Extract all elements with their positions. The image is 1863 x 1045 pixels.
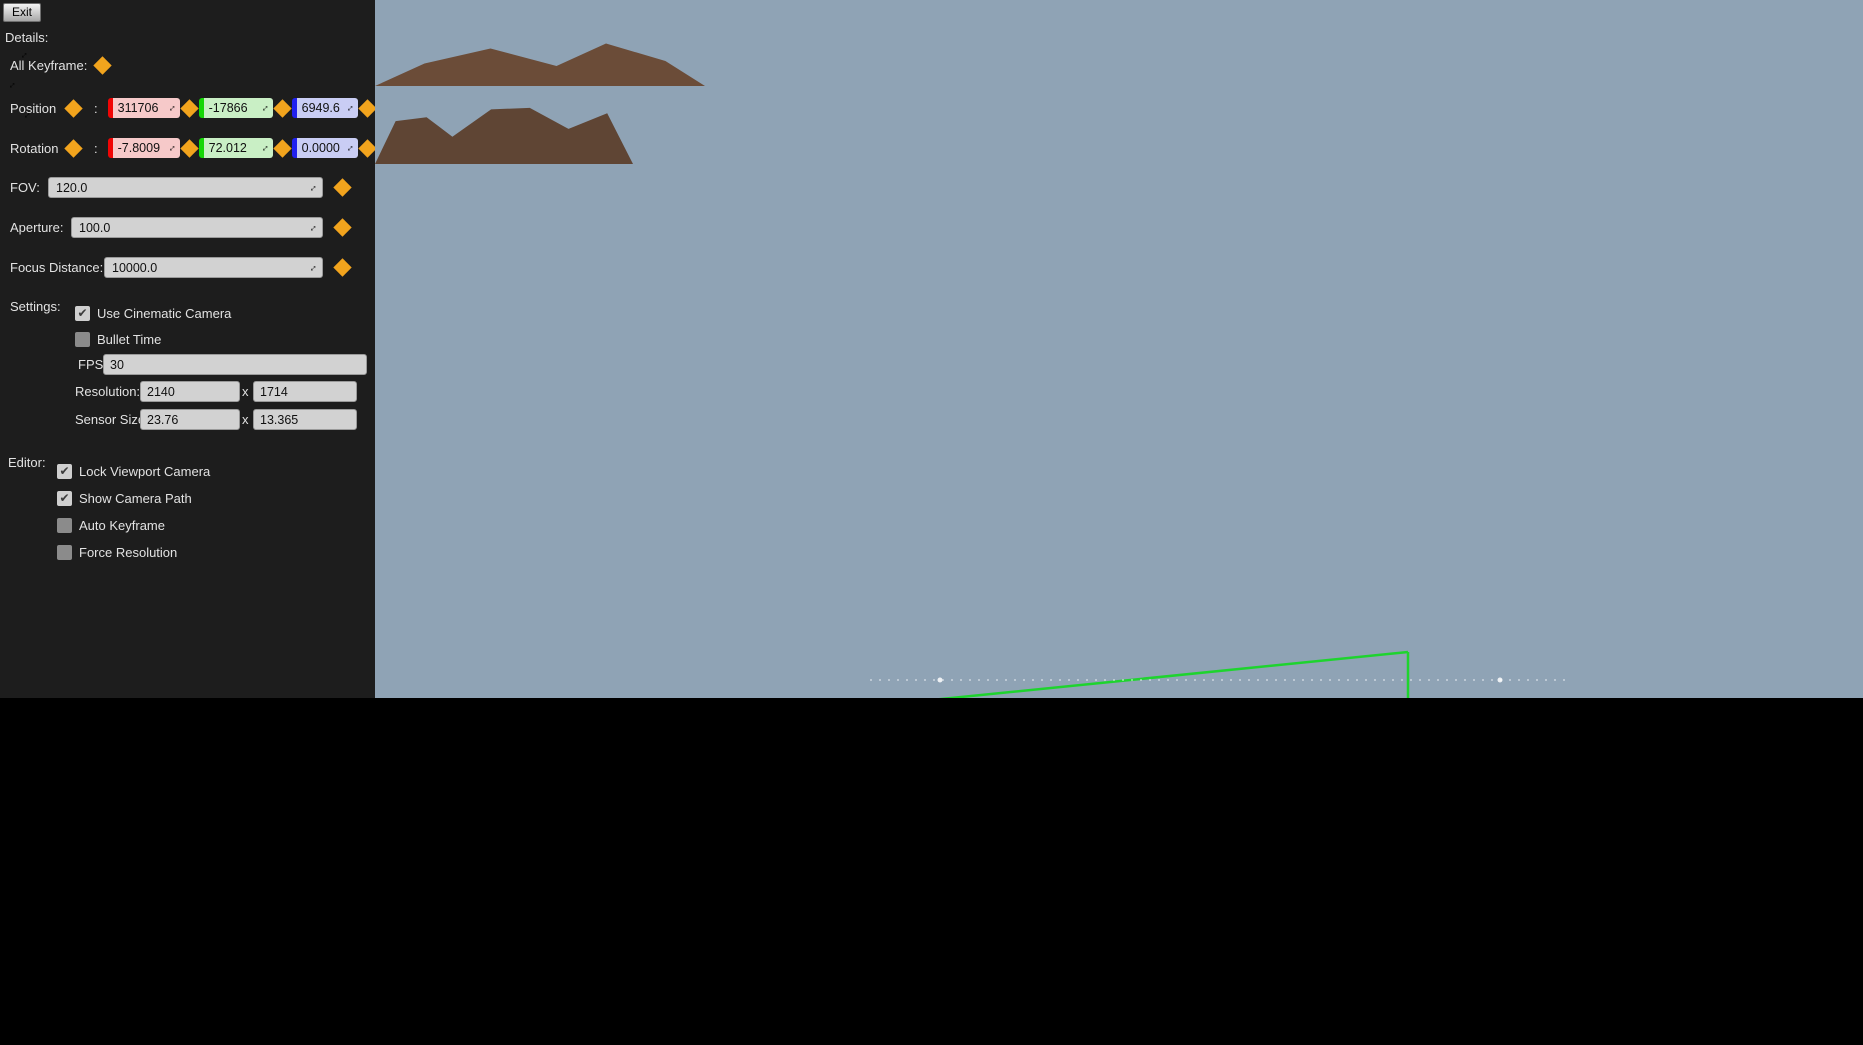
resolution-label: Resolution: <box>75 384 141 399</box>
colon: : <box>94 100 98 116</box>
position-keyframe-diamond-icon[interactable] <box>64 98 83 118</box>
camera-editor-app: Exit Details: All Keyframe: Position : 3… <box>0 0 1863 1045</box>
rotation-keyframe-diamond-icon[interactable] <box>64 138 83 158</box>
position-row: Position : 311706 ↔ -17866 ↔ 6949.6 ↔ <box>10 97 377 119</box>
rotation-z-field[interactable]: 0.0000 ↔ <box>291 138 358 158</box>
mesa-silhouette <box>375 107 633 164</box>
checkbox-lock-viewport-camera[interactable]: ✔ <box>57 463 72 479</box>
3d-viewport[interactable]: S EXPERIMENTAL BUILD Early Access CL#176… <box>375 0 1863 698</box>
checkbox-use-cinematic-camera[interactable]: ✔ <box>75 305 90 321</box>
rotation-y-field[interactable]: 72.012 ↔ <box>198 138 273 158</box>
position-z-value: 6949.6 <box>301 101 340 115</box>
fov-field[interactable]: 120.0 ↔ <box>48 177 323 198</box>
checkbox-force-resolution[interactable] <box>57 544 72 560</box>
resize-handle-icon: ↔ <box>305 220 321 236</box>
checkbox-label-bullet-time: Bullet Time <box>97 331 162 347</box>
checkbox-auto-keyframe[interactable] <box>57 517 72 533</box>
checkbox-row-lock-viewport-camera[interactable]: ✔ Lock Viewport Camera <box>57 462 210 480</box>
exit-button[interactable]: Exit <box>3 3 42 22</box>
fps-field[interactable]: 30 <box>103 354 367 375</box>
sensor-size-label: Sensor Size: <box>75 412 149 427</box>
resolution-width-field[interactable]: 2140 <box>140 381 240 402</box>
fov-diamond-icon[interactable] <box>333 178 352 197</box>
camera-frustum-overlay <box>870 650 1570 698</box>
checkbox-label-lock-viewport-camera: Lock Viewport Camera <box>79 463 211 479</box>
rotation-x-value: -7.8009 <box>117 141 161 155</box>
focus-distance-field[interactable]: 10000.0 ↔ <box>104 257 323 278</box>
rotation-y-diamond-icon[interactable] <box>272 138 292 158</box>
fov-label: FOV: <box>10 180 40 195</box>
position-y-field[interactable]: -17866 ↔ <box>198 98 273 118</box>
rotation-z-value: 0.0000 <box>301 141 340 155</box>
rotation-x-diamond-icon[interactable] <box>179 138 199 158</box>
mountain-range <box>375 43 705 86</box>
details-panel: Exit Details: All Keyframe: Position : 3… <box>0 0 377 698</box>
resize-handle-icon: ↔ <box>305 180 321 196</box>
sensor-height-field[interactable]: 13.365 <box>253 409 357 430</box>
rotation-y-value: 72.012 <box>208 141 247 155</box>
colon: : <box>94 140 98 156</box>
rotation-x-field[interactable]: -7.8009 ↔ <box>107 138 180 158</box>
rotation-row: Rotation : -7.8009 ↔ 72.012 ↔ 0.0000 ↔ <box>10 137 377 159</box>
settings-label: Settings: <box>10 299 61 314</box>
checkbox-show-camera-path[interactable]: ✔ <box>57 490 72 506</box>
position-x-field[interactable]: 311706 ↔ <box>107 98 180 118</box>
resize-handle-icon: ↔ <box>341 140 357 156</box>
pylon-tower <box>375 164 388 394</box>
checkbox-row-force-resolution[interactable]: Force Resolution <box>57 543 177 561</box>
checkbox-bullet-time[interactable] <box>75 331 90 347</box>
fov-row: FOV: 120.0 ↔ <box>10 177 368 199</box>
resize-handle-icon: ↔ <box>163 100 179 116</box>
checkbox-row-show-camera-path[interactable]: ✔ Show Camera Path <box>57 489 192 507</box>
checkbox-label-auto-keyframe: Auto Keyframe <box>79 517 165 533</box>
details-title: Details: <box>5 30 49 45</box>
checkbox-row-auto-keyframe[interactable]: Auto Keyframe <box>57 516 165 534</box>
focus-distance-row: Focus Distance: 10000.0 ↔ <box>10 257 368 279</box>
resize-handle-icon: ↔ <box>305 260 321 276</box>
resize-handle-icon: ↔ <box>163 140 179 156</box>
aperture-diamond-icon[interactable] <box>333 218 352 237</box>
focus-distance-label: Focus Distance: <box>10 260 104 275</box>
position-x-value: 311706 <box>117 101 159 115</box>
resolution-separator: x <box>242 384 249 399</box>
position-y-value: -17866 <box>208 101 248 115</box>
resize-handle-icon: ↔ <box>341 100 357 116</box>
checkbox-label-force-resolution: Force Resolution <box>79 544 178 560</box>
focus-distance-diamond-icon[interactable] <box>333 258 352 277</box>
pylon-panel <box>375 605 435 639</box>
resize-handle-icon: ↔ <box>256 140 272 156</box>
aperture-row: Aperture: 100.0 ↔ <box>10 217 368 239</box>
aperture-field[interactable]: 100.0 ↔ <box>71 217 323 238</box>
all-keyframe-diamond-icon[interactable] <box>93 55 112 75</box>
checkbox-row-bullet-time[interactable]: Bullet Time <box>75 330 161 348</box>
position-y-diamond-icon[interactable] <box>272 98 292 118</box>
pylon-panel <box>375 390 450 428</box>
sensor-width-field[interactable]: 23.76 <box>140 409 240 430</box>
mountain-range <box>375 7 625 36</box>
rotation-label: Rotation <box>10 140 59 156</box>
checkbox-label-use-cinematic-camera: Use Cinematic Camera <box>97 305 232 321</box>
position-x-diamond-icon[interactable] <box>179 98 199 118</box>
checkbox-label-show-camera-path: Show Camera Path <box>79 490 192 506</box>
resolution-height-field[interactable]: 1714 <box>253 381 357 402</box>
sensor-separator: x <box>242 412 249 427</box>
rotation-z-diamond-icon[interactable] <box>357 138 377 158</box>
resize-handle-icon: ↔ <box>256 100 272 116</box>
position-z-diamond-icon[interactable] <box>357 98 377 118</box>
aperture-label: Aperture: <box>10 220 64 235</box>
checkbox-row-use-cinematic-camera[interactable]: ✔ Use Cinematic Camera <box>75 304 231 322</box>
pylon-tower <box>375 424 386 609</box>
position-z-field[interactable]: 6949.6 ↔ <box>291 98 358 118</box>
editor-label: Editor: <box>8 455 46 470</box>
